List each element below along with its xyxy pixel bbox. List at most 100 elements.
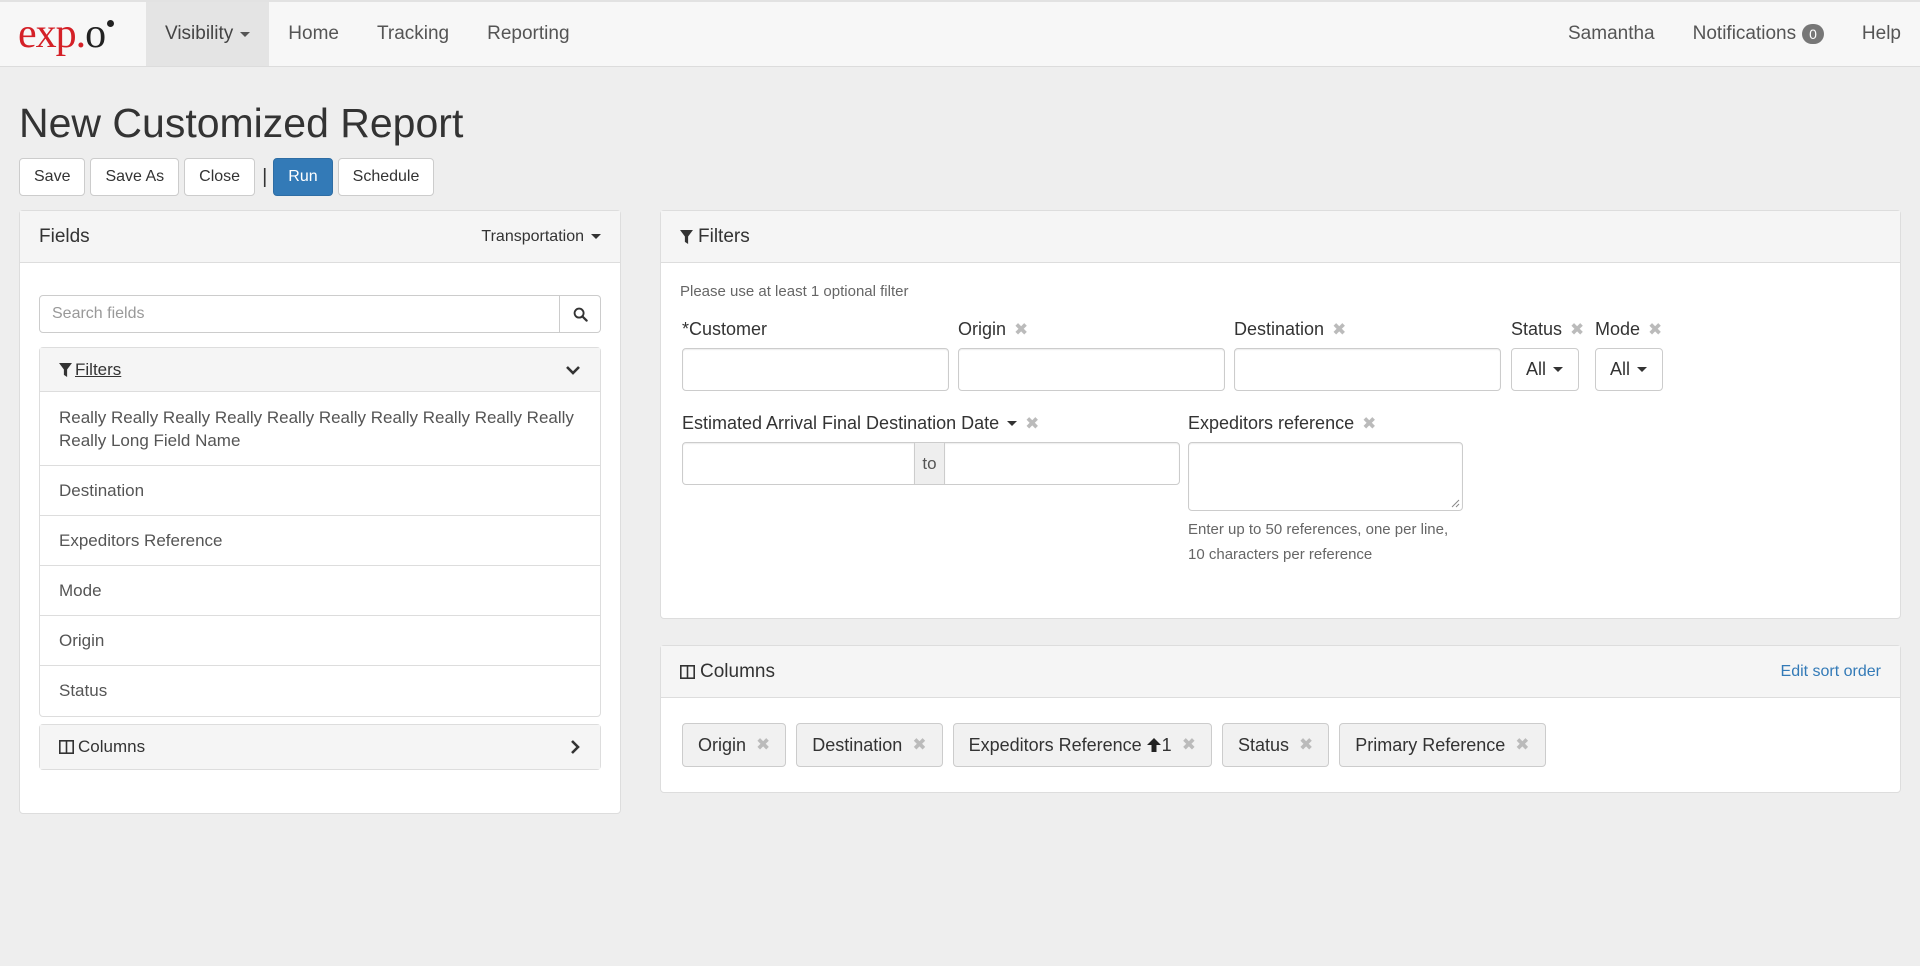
- nav-tracking[interactable]: Tracking: [358, 2, 468, 66]
- report-toolbar: Save Save As Close | Run Schedule: [19, 158, 439, 196]
- category-dropdown[interactable]: Transportation: [481, 228, 601, 246]
- remove-mode-icon[interactable]: ✖: [1648, 320, 1662, 340]
- search-icon: [573, 307, 588, 322]
- column-chip-destination[interactable]: Destination ✖: [796, 723, 943, 767]
- search-fields-input[interactable]: [39, 295, 560, 333]
- remove-destination-icon[interactable]: ✖: [1332, 320, 1346, 340]
- remove-column-icon[interactable]: ✖: [912, 735, 926, 755]
- eta-label-text: Estimated Arrival Final Destination Date: [682, 413, 1000, 433]
- field-item-origin[interactable]: Origin: [40, 616, 600, 666]
- mode-label: Mode ✖: [1595, 319, 1662, 340]
- ref-help-line1: Enter up to 50 references, one per line,: [1188, 521, 1449, 538]
- remove-eta-icon[interactable]: ✖: [1025, 414, 1039, 434]
- eta-from-input[interactable]: [682, 442, 915, 485]
- column-chip-origin[interactable]: Origin ✖: [682, 723, 787, 767]
- column-chip-primary-reference[interactable]: Primary Reference ✖: [1339, 723, 1546, 767]
- field-item-long-name[interactable]: Really Really Really Really Really Reall…: [40, 392, 600, 466]
- remove-column-icon[interactable]: ✖: [756, 735, 770, 755]
- notifications-label: Notifications: [1692, 23, 1797, 44]
- edit-sort-order-link[interactable]: Edit sort order: [1781, 663, 1881, 681]
- filters-panel-heading: Filters: [661, 211, 1900, 263]
- page-title: New Customized Report: [19, 100, 464, 146]
- fields-panel: Fields Transportation Filters Really Rea…: [19, 210, 621, 814]
- ref-label: Expeditors reference ✖: [1188, 413, 1376, 434]
- columns-panel-title: Columns: [700, 660, 775, 682]
- nav-visibility-dropdown[interactable]: Visibility: [146, 2, 270, 66]
- customer-input[interactable]: [682, 348, 949, 391]
- field-item-mode[interactable]: Mode: [40, 566, 600, 616]
- field-item-destination[interactable]: Destination: [40, 466, 600, 516]
- eta-caret-down-icon[interactable]: [1007, 421, 1018, 426]
- save-as-button[interactable]: Save As: [90, 158, 180, 196]
- navbar-right: Samantha Notifications 0 Help: [1549, 2, 1920, 66]
- destination-label-text: Destination: [1234, 319, 1325, 339]
- notifications-badge: 0: [1802, 24, 1824, 44]
- toolbar-separator: |: [262, 165, 268, 188]
- remove-column-icon[interactable]: ✖: [1182, 735, 1196, 755]
- status-value: All: [1526, 359, 1547, 379]
- search-button[interactable]: [560, 295, 601, 333]
- chevron-right-icon: [571, 740, 580, 754]
- fields-columns-header[interactable]: Columns: [40, 725, 600, 769]
- nav-visibility-label: Visibility: [165, 23, 234, 44]
- eta-to-input[interactable]: [944, 442, 1180, 485]
- field-item-status[interactable]: Status: [40, 666, 600, 716]
- column-chips: Origin ✖ Destination ✖ Expeditors Refere…: [682, 723, 1556, 767]
- columns-icon: [59, 740, 74, 754]
- nav-user[interactable]: Samantha: [1549, 2, 1674, 66]
- close-button[interactable]: Close: [184, 158, 256, 196]
- status-dropdown[interactable]: All: [1511, 348, 1579, 391]
- destination-input[interactable]: [1234, 348, 1501, 391]
- status-label-text: Status: [1511, 319, 1563, 339]
- ref-textarea[interactable]: [1188, 442, 1463, 511]
- remove-column-icon[interactable]: ✖: [1515, 735, 1529, 755]
- ref-help-text: Enter up to 50 references, one per line,…: [1188, 517, 1448, 567]
- brand-dot-icon: [107, 19, 115, 27]
- remove-origin-icon[interactable]: ✖: [1014, 320, 1028, 340]
- origin-label: Origin ✖: [958, 319, 1028, 340]
- filter-icon: [680, 229, 693, 244]
- schedule-button[interactable]: Schedule: [337, 158, 435, 196]
- chip-label: Destination: [812, 734, 903, 755]
- brand-logo[interactable]: exp. o: [0, 2, 146, 66]
- filters-hint: Please use at least 1 optional filter: [680, 283, 909, 300]
- brand-text-o: o: [85, 11, 106, 57]
- fields-columns-title: Columns: [78, 737, 146, 756]
- sort-arrow-up-icon: [1146, 738, 1161, 752]
- fields-filters-header[interactable]: Filters: [40, 348, 600, 392]
- eta-to-addon: to: [914, 442, 945, 485]
- mode-label-text: Mode: [1595, 319, 1641, 339]
- save-button[interactable]: Save: [19, 158, 86, 196]
- columns-panel-heading: Columns Edit sort order: [661, 646, 1900, 698]
- remove-ref-icon[interactable]: ✖: [1362, 414, 1376, 434]
- nav-help[interactable]: Help: [1843, 2, 1920, 66]
- status-label: Status ✖: [1511, 319, 1584, 340]
- resize-handle-icon[interactable]: [1451, 499, 1460, 508]
- run-button[interactable]: Run: [273, 158, 333, 196]
- caret-down-icon: [1637, 367, 1648, 372]
- brand-text: exp.: [18, 11, 86, 57]
- nav-reporting[interactable]: Reporting: [468, 2, 588, 66]
- customer-label: *Customer: [682, 319, 767, 340]
- column-chip-status[interactable]: Status ✖: [1221, 723, 1330, 767]
- fields-panel-heading: Fields Transportation: [20, 211, 620, 263]
- remove-column-icon[interactable]: ✖: [1299, 735, 1313, 755]
- filters-panel: Filters Please use at least 1 optional f…: [660, 210, 1901, 619]
- field-item-expeditors-reference[interactable]: Expeditors Reference: [40, 516, 600, 566]
- remove-status-icon[interactable]: ✖: [1570, 320, 1584, 340]
- columns-icon: [680, 664, 695, 679]
- nav-notifications[interactable]: Notifications 0: [1674, 2, 1843, 66]
- fields-filters-section: Filters Really Really Really Really Real…: [39, 347, 601, 717]
- caret-down-icon: [240, 31, 251, 37]
- nav-home[interactable]: Home: [269, 2, 358, 66]
- mode-value: All: [1610, 359, 1631, 379]
- origin-input[interactable]: [958, 348, 1225, 391]
- mode-dropdown[interactable]: All: [1595, 348, 1663, 391]
- ref-label-text: Expeditors reference: [1188, 413, 1355, 433]
- caret-down-icon: [1553, 367, 1564, 372]
- chip-label: Expeditors Reference: [968, 734, 1142, 755]
- filter-icon: [59, 362, 72, 377]
- column-chip-expeditors-reference[interactable]: Expeditors Reference 1 ✖: [952, 723, 1212, 767]
- chevron-down-icon: [566, 365, 580, 375]
- fields-columns-section: Columns: [39, 724, 601, 770]
